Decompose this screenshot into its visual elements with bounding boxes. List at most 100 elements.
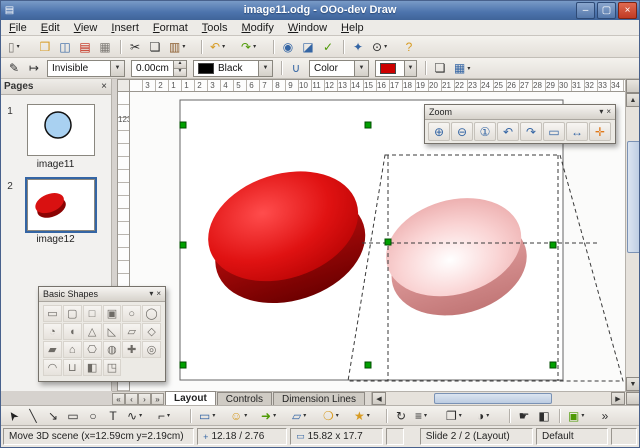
new-document-icon[interactable]: ▯ [4, 37, 35, 57]
shape-cube[interactable]: ◧ [83, 359, 102, 376]
alignment-icon[interactable]: ≡ [411, 406, 442, 426]
zoom-previous-icon[interactable]: ↶ [497, 122, 519, 141]
interaction-icon[interactable]: ☛ [514, 406, 534, 426]
slide-indicator[interactable]: Slide 2 / 2 (Layout) [420, 428, 533, 445]
page-thumbnail[interactable] [27, 104, 95, 156]
line-color-combobox[interactable]: Black ▼ [193, 60, 273, 77]
close-button[interactable]: × [618, 2, 637, 19]
shape-square[interactable]: □ [83, 305, 102, 322]
prev-layer-button[interactable]: ‹ [125, 393, 138, 405]
scroll-up-icon[interactable]: ▲ [626, 93, 640, 107]
zoom-out-icon[interactable]: ⊖ [451, 122, 473, 141]
hyperlink-icon[interactable]: ◉ [278, 37, 298, 57]
menu-item[interactable]: Format [146, 21, 195, 35]
close-icon[interactable]: × [606, 107, 611, 117]
fill-style-combobox[interactable]: Color ▼ [309, 60, 369, 77]
paste-icon[interactable]: ▥ [165, 37, 196, 57]
layer-tab[interactable]: Layout [165, 391, 216, 405]
toolbar-options-icon[interactable]: ▾ [599, 107, 603, 117]
insert-icon[interactable]: ▣ [564, 406, 595, 426]
page-item[interactable]: 1 [4, 104, 105, 156]
cut-icon[interactable]: ✂ [125, 37, 145, 57]
line-width-field[interactable]: 0.00cm ▲▼ [131, 60, 187, 77]
cursor-position[interactable]: + 12.18 / 2.76 [197, 428, 287, 445]
undo-icon[interactable]: ↶ [206, 37, 237, 57]
close-icon[interactable]: × [101, 81, 107, 92]
shape-block-arc[interactable]: ◠ [43, 359, 62, 376]
scrollbar-thumb[interactable] [434, 393, 552, 404]
shape-right-triangle[interactable]: ◺ [103, 323, 122, 340]
rotate-icon[interactable]: ↻ [391, 406, 411, 426]
line-dialog-icon[interactable]: ✎ [4, 58, 24, 78]
shape-folded-corner[interactable]: ◳ [103, 359, 122, 376]
toolbar-options-icon[interactable]: ▾ [149, 289, 153, 299]
shape-trapezoid[interactable]: ▱ [122, 323, 141, 340]
scroll-left-icon[interactable]: ◀ [372, 392, 386, 405]
shape-triangle[interactable]: △ [83, 323, 102, 340]
line-style-combobox[interactable]: Invisible ▼ [47, 60, 125, 77]
maximize-button[interactable]: ▢ [597, 2, 616, 19]
chevron-down-icon[interactable]: ▼ [404, 61, 416, 76]
shape-cross[interactable]: ✚ [122, 341, 141, 358]
shape-pentagon[interactable]: ⌂ [63, 341, 82, 358]
arrange-icon[interactable]: ❐ [442, 406, 473, 426]
text-icon[interactable]: T [103, 406, 123, 426]
menu-item[interactable]: Help [334, 21, 371, 35]
extrusion-icon[interactable]: ◧ [534, 406, 554, 426]
select-icon[interactable]: ➤ [3, 406, 23, 426]
zoom-icon[interactable]: ⊙ [368, 37, 399, 57]
arrow-style-icon[interactable]: ↦ [24, 58, 44, 78]
flowchart-icon[interactable]: ▱ [288, 406, 319, 426]
stars-icon[interactable]: ★ [350, 406, 381, 426]
menu-item[interactable]: View [67, 21, 105, 35]
zoom-100-icon[interactable]: ① [474, 122, 496, 141]
shape-hexagon[interactable]: ⎔ [83, 341, 102, 358]
open-icon[interactable]: ❒ [35, 37, 55, 57]
effects-icon[interactable]: ◑ [473, 406, 504, 426]
shape-parallelogram[interactable]: ▰ [43, 341, 62, 358]
menu-item[interactable]: Window [281, 21, 334, 35]
horizontal-scrollbar[interactable]: ◀ ▶ [371, 392, 640, 405]
page-style[interactable]: Default [536, 428, 608, 445]
spinner-buttons[interactable]: ▲▼ [173, 61, 186, 76]
fill-color-combobox[interactable]: ▼ [375, 60, 417, 77]
title-bar[interactable]: ▤ image11.odg - OOo-dev Draw –▢× [0, 0, 640, 20]
minimize-button[interactable]: – [576, 2, 595, 19]
first-layer-button[interactable]: « [112, 393, 125, 405]
last-layer-button[interactable]: » [151, 393, 164, 405]
redo-icon[interactable]: ↷ [237, 37, 268, 57]
copy-icon[interactable]: ❏ [145, 37, 165, 57]
zoom-in-icon[interactable]: ⊕ [428, 122, 450, 141]
connector-icon[interactable]: ⌐ [154, 406, 185, 426]
basic-shapes-icon[interactable]: ▭ [195, 406, 226, 426]
shape-rectangle[interactable]: ▭ [43, 305, 62, 322]
scroll-down-icon[interactable]: ▼ [626, 377, 640, 391]
rectangle-icon[interactable]: ▭ [63, 406, 83, 426]
shape-ellipse[interactable]: ◯ [142, 305, 161, 322]
curve-icon[interactable]: ∿ [123, 406, 154, 426]
next-layer-button[interactable]: › [138, 393, 151, 405]
menu-item[interactable]: Modify [234, 21, 280, 35]
symbol-shapes-icon[interactable]: ☺ [226, 406, 257, 426]
shape-circle-segment[interactable]: ◖ [63, 323, 82, 340]
object-size[interactable]: ▭ 15.82 x 17.7 [290, 428, 383, 445]
block-arrows-icon[interactable]: ➜ [257, 406, 288, 426]
shape-rounded-rectangle[interactable]: ▢ [63, 305, 82, 322]
shape-diamond[interactable]: ◇ [142, 323, 161, 340]
toolbar-overflow-icon[interactable]: » [595, 406, 615, 426]
split-view-button[interactable] [626, 79, 640, 93]
scrollbar-thumb[interactable] [627, 141, 640, 253]
basic-shapes-titlebar[interactable]: Basic Shapes ▾ × [39, 287, 165, 302]
layer-tab[interactable]: Controls [217, 392, 272, 405]
menu-item[interactable]: Tools [195, 21, 235, 35]
zoom-toolbar-titlebar[interactable]: Zoom ▾ × [425, 105, 615, 120]
chevron-down-icon[interactable]: ▼ [354, 61, 368, 76]
layer-tab[interactable]: Dimension Lines [273, 392, 365, 405]
page-thumbnail-selected[interactable] [27, 179, 95, 231]
pages-panel-header[interactable]: Pages × [0, 79, 111, 95]
ellipse-icon[interactable]: ○ [83, 406, 103, 426]
help-icon[interactable]: ? [399, 37, 419, 57]
page-item[interactable]: 2 [4, 179, 105, 231]
area-dialog-icon[interactable]: ∪ [286, 58, 306, 78]
shape-circle-pie[interactable]: ◔ [43, 323, 62, 340]
